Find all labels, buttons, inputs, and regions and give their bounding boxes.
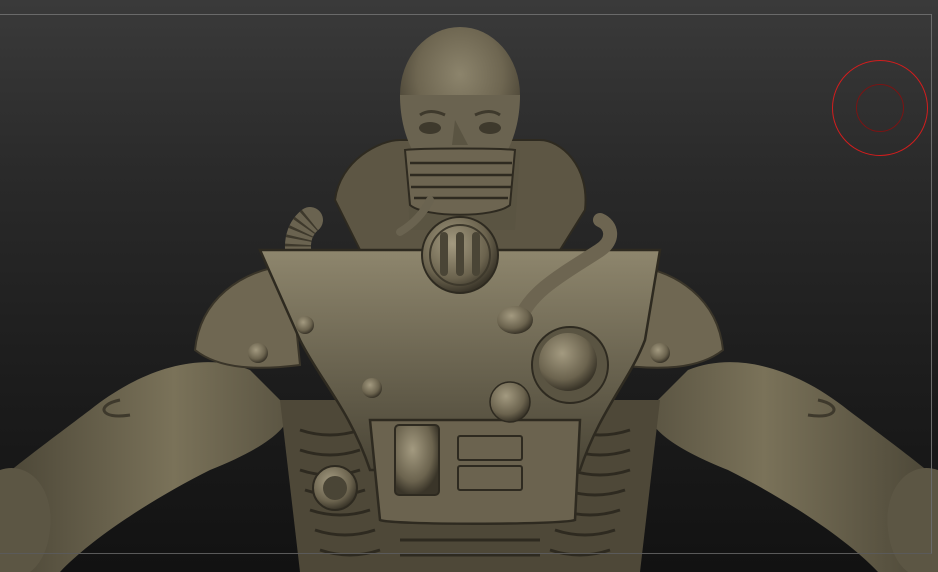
right-arm (648, 362, 938, 572)
left-arm (0, 362, 290, 572)
neck-valve (421, 216, 499, 294)
sculpted-model[interactable] (0, 0, 938, 572)
zbrush-viewport[interactable] (0, 0, 938, 572)
tube-cap (497, 306, 533, 334)
breathing-mask (403, 147, 517, 216)
brush-cursor-icon[interactable] (832, 60, 928, 156)
brush-inner-radius-icon (856, 84, 904, 132)
